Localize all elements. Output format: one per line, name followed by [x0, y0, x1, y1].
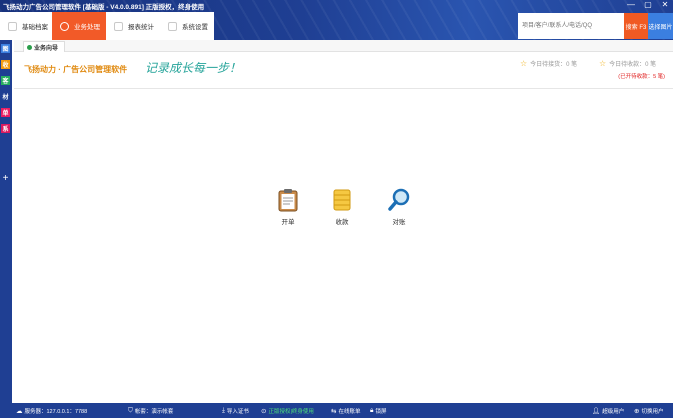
download-icon: ⤓: [222, 407, 225, 414]
tab-label: 基础档案: [22, 24, 48, 31]
gear-icon: [168, 21, 177, 31]
clipboard-icon: [277, 188, 299, 212]
sidebar-item-5[interactable]: 单: [1, 108, 10, 117]
switch-user-text: 切换用户: [641, 409, 664, 415]
sidebar-item-2[interactable]: 收: [1, 60, 10, 69]
add-icon[interactable]: +: [1, 173, 10, 184]
stat-label: 今日待接货：0 笔: [530, 62, 578, 68]
lock-icon: 🔒︎: [370, 407, 374, 414]
archive-icon: [8, 21, 17, 31]
stat-label: 今日待收款：0 笔: [609, 62, 657, 68]
close-icon[interactable]: ✕: [661, 0, 669, 9]
app-title: 飞扬动力广告公司管理软件 [基础版 - V4.0.0.891] 正版授权，终身使…: [3, 4, 205, 11]
user-icon: 👤︎: [592, 408, 601, 415]
online-text: 在线账单: [338, 409, 361, 415]
switch-user-button[interactable]: ⊕ 切换用户: [634, 407, 663, 415]
stat-today-pickup[interactable]: ☆ 今日待接货：0 笔: [520, 59, 577, 68]
server-status: ☁ 服务器：127.0.0.1：7788: [16, 407, 87, 415]
check-icon: ⊙: [261, 408, 267, 415]
coins-icon: [331, 188, 353, 212]
page-tab-label: 业务向导: [34, 45, 59, 52]
function-label: 对账: [392, 219, 406, 226]
maximize-icon[interactable]: ▢: [644, 0, 652, 9]
tab-base-archive[interactable]: 基础档案: [0, 12, 52, 40]
import-cert-button[interactable]: ⤓ 导入证书: [222, 407, 249, 415]
tab-business-guide[interactable]: 业务向导: [23, 41, 66, 52]
sidebar-item-4[interactable]: 材: [1, 92, 10, 101]
banner: 飞扬动力 · 广告公司管理软件 记录成长每一步！ ☆ 今日待接货：0 笔 ☆ 今…: [14, 53, 673, 89]
search-input[interactable]: [518, 13, 624, 39]
star-icon: ☆: [520, 59, 528, 68]
search-button[interactable]: 搜索 F3: [624, 13, 648, 39]
function-label: 收款: [335, 219, 349, 226]
function-label: 开单: [281, 219, 295, 226]
work-area: 开单 收款 对账: [14, 89, 673, 403]
account-text: 帐套：演示帐套: [134, 409, 174, 415]
lock-screen-button[interactable]: 🔒︎ 锁屏: [370, 407, 386, 415]
minimize-icon[interactable]: —: [627, 0, 635, 9]
license-text: 正版授权|终身使用: [268, 409, 314, 415]
receive-payment-button[interactable]: 收款: [322, 188, 362, 226]
stat-today-receivable[interactable]: ☆ 今日待收款：0 笔: [599, 59, 656, 68]
slogan: 记录成长每一步！: [145, 61, 242, 75]
quick-sidebar: 图 收 客 材 单 系 +: [0, 40, 12, 403]
title-bar: 飞扬动力广告公司管理软件 [基础版 - V4.0.0.891] 正版授权，终身使…: [0, 0, 673, 40]
star-icon: ☆: [599, 59, 607, 68]
tab-settings[interactable]: 系统设置: [160, 12, 214, 40]
tab-label: 业务处理: [74, 24, 100, 31]
status-bar: ☁ 服务器：127.0.0.1：7788 ⛉ 帐套：演示帐套 ⤓ 导入证书 ⊙ …: [0, 403, 673, 418]
select-image-button[interactable]: 选择图片: [648, 13, 673, 39]
sidebar-item-3[interactable]: 客: [1, 76, 10, 85]
super-user-text: 超级用户: [602, 409, 625, 415]
bill-icon: ⇆: [331, 408, 337, 415]
business-icon: [60, 21, 69, 31]
license-status: ⊙ 正版授权|终身使用: [261, 407, 314, 415]
reconcile-button[interactable]: 对账: [379, 188, 419, 226]
report-icon: [114, 21, 123, 31]
online-bill-button[interactable]: ⇆ 在线账单: [331, 407, 360, 415]
guide-icon: [27, 44, 32, 50]
switch-icon: ⊕: [634, 408, 640, 415]
brand-logo: 飞扬动力 · 广告公司管理软件: [24, 65, 128, 74]
sidebar-item-6[interactable]: 系: [1, 124, 10, 133]
magnifier-icon: [388, 188, 410, 212]
sidebar-item-1[interactable]: 图: [1, 44, 10, 53]
shield-icon: ⛉: [128, 407, 133, 414]
import-text: 导入证书: [226, 409, 249, 415]
page-tabbar: 业务向导: [14, 40, 673, 52]
tab-business[interactable]: 业务处理: [52, 12, 106, 40]
window-controls: — ▢ ✕: [627, 0, 669, 9]
tab-label: 报表统计: [128, 24, 154, 31]
tab-label: 系统设置: [182, 24, 208, 31]
super-user-button[interactable]: 👤︎ 超级用户: [592, 407, 624, 415]
tab-reports[interactable]: 报表统计: [106, 12, 160, 40]
server-text: 服务器：127.0.0.1：7788: [24, 409, 88, 415]
unreceived-count[interactable]: (已开待收款：5 笔): [618, 72, 665, 80]
lock-text: 锁屏: [375, 409, 387, 415]
create-order-button[interactable]: 开单: [268, 188, 308, 226]
cloud-icon: ☁: [16, 408, 23, 415]
account-status: ⛉ 帐套：演示帐套: [128, 407, 173, 415]
